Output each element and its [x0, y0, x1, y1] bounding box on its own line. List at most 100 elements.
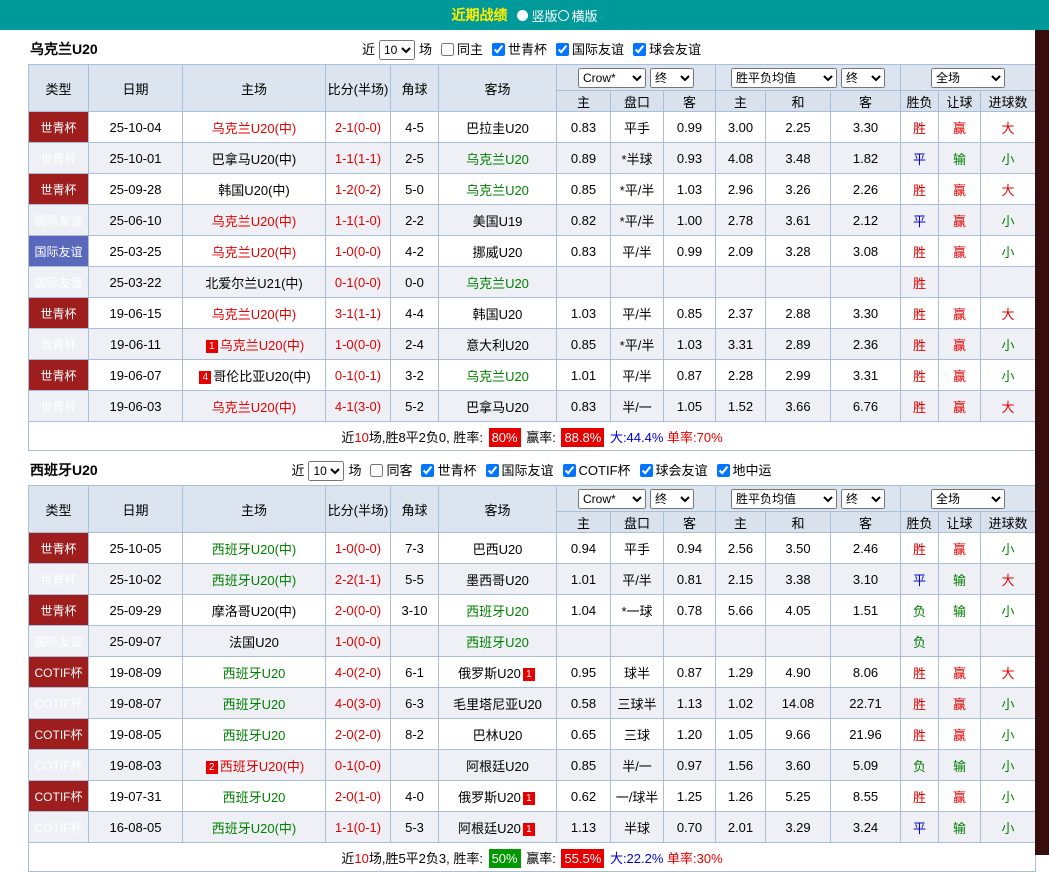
avg-draw-cell: 3.50 [766, 533, 831, 564]
score-cell: 0-1(0-0) [326, 267, 391, 298]
stats-summary: 近10场,胜8平2负0, 胜率: 80% 赢率: 88.8% 大:44.4% 单… [29, 422, 1036, 451]
home-team-name: 乌克兰U20(中) [220, 338, 305, 353]
away-team-name: 俄罗斯U20 [458, 666, 521, 681]
handicap-result-cell: 赢 [939, 719, 981, 750]
score-cell: 1-0(0-0) [326, 533, 391, 564]
goals-result-cell: 小 [981, 750, 1036, 781]
result-cell: 胜 [901, 267, 939, 298]
odds-home-cell: 0.62 [557, 781, 611, 812]
odds-company-select[interactable]: Crow* [578, 68, 646, 88]
score-cell: 2-0(2-0) [326, 719, 391, 750]
scope-select[interactable]: 全场 [931, 68, 1005, 88]
corner-cell: 6-3 [391, 688, 439, 719]
result-cell: 胜 [901, 688, 939, 719]
goals-result-cell [981, 626, 1036, 657]
avg-home-cell: 2.96 [716, 174, 766, 205]
goals-result-cell: 小 [981, 143, 1036, 174]
filter-checkbox[interactable] [486, 464, 499, 477]
avg-type-select[interactable]: 胜平负均值 [731, 68, 837, 88]
filter-checkbox[interactable] [421, 464, 434, 477]
odds-company-select[interactable]: Crow* [578, 489, 646, 509]
home-team-cell: 1乌克兰U20(中) [183, 329, 326, 360]
goals-result-cell: 大 [981, 174, 1036, 205]
corner-cell: 5-5 [391, 564, 439, 595]
odds-handicap-cell: *平/半 [611, 174, 664, 205]
avg-state-select[interactable]: 终 [841, 68, 885, 88]
date-cell: 16-08-05 [89, 812, 183, 843]
odds-away-cell: 1.13 [664, 688, 716, 719]
avg-draw-cell: 14.08 [766, 688, 831, 719]
recent-count-select[interactable]: 10 [308, 461, 344, 481]
goals-result-cell: 小 [981, 236, 1036, 267]
odds-away-cell: 1.25 [664, 781, 716, 812]
sub-column-header: 进球数 [981, 512, 1036, 533]
goals-result-cell: 小 [981, 595, 1036, 626]
avg-state-select[interactable]: 终 [841, 489, 885, 509]
filter-checkbox-label: 同客 [386, 463, 412, 478]
odds-away-cell: 0.94 [664, 533, 716, 564]
home-team-cell: 西班牙U20(中) [183, 533, 326, 564]
view-radio[interactable] [517, 10, 528, 21]
recent-count-select[interactable]: 10 [379, 40, 415, 60]
filter-checkbox[interactable] [556, 43, 569, 56]
sub-column-header: 胜负 [901, 512, 939, 533]
filter-checkbox[interactable] [563, 464, 576, 477]
odds-away-cell: 0.87 [664, 360, 716, 391]
sub-column-header: 客 [831, 512, 901, 533]
league-cell: COTIF杯 [29, 781, 89, 812]
away-team-cell: 意大利U20 [439, 329, 557, 360]
odds-home-cell [557, 267, 611, 298]
summary-text: 大:44.4% [606, 430, 663, 445]
date-cell: 25-10-01 [89, 143, 183, 174]
away-team-cell: 毛里塔尼亚U20 [439, 688, 557, 719]
corner-cell: 2-2 [391, 205, 439, 236]
col-type: 类型 [29, 65, 89, 112]
sub-column-header: 客 [664, 91, 716, 112]
avg-draw-cell: 2.88 [766, 298, 831, 329]
odds-home-cell: 1.03 [557, 298, 611, 329]
away-team-cell: 巴拉圭U20 [439, 112, 557, 143]
result-cell: 胜 [901, 391, 939, 422]
avg-away-cell: 3.30 [831, 112, 901, 143]
corner-cell: 7-3 [391, 533, 439, 564]
scope-select[interactable]: 全场 [931, 489, 1005, 509]
match-row: 世青杯25-10-01巴拿马U20(中)1-1(1-1)2-5乌克兰U200.8… [29, 143, 1036, 174]
handicap-result-cell: 输 [939, 143, 981, 174]
result-cell: 平 [901, 143, 939, 174]
odds-state-select[interactable]: 终 [650, 489, 694, 509]
result-cell: 胜 [901, 781, 939, 812]
corner-cell: 8-2 [391, 719, 439, 750]
score-cell: 2-1(0-0) [326, 112, 391, 143]
match-row: 世青杯25-09-29摩洛哥U20(中)2-0(0-0)3-10西班牙U201.… [29, 595, 1036, 626]
handicap-result-cell [939, 626, 981, 657]
odds-home-cell: 0.83 [557, 391, 611, 422]
home-team-cell: 乌克兰U20(中) [183, 236, 326, 267]
odds-handicap-cell: 三球半 [611, 688, 664, 719]
avg-away-cell: 2.46 [831, 533, 901, 564]
odds-state-select[interactable]: 终 [650, 68, 694, 88]
filter-checkbox[interactable] [633, 43, 646, 56]
team-name-heading: 西班牙U20 [30, 460, 98, 480]
result-cell: 负 [901, 626, 939, 657]
avg-type-select[interactable]: 胜平负均值 [731, 489, 837, 509]
filter-checkbox[interactable] [640, 464, 653, 477]
filter-checkboxes: 同主世青杯国际友谊球会友谊 [432, 42, 701, 57]
avg-home-cell [716, 267, 766, 298]
col-date: 日期 [89, 65, 183, 112]
match-row: 国际友谊25-03-25乌克兰U20(中)1-0(0-0)4-2挪威U200.8… [29, 236, 1036, 267]
home-team-cell: 西班牙U20 [183, 688, 326, 719]
matches-table: 类型 日期 主场 比分(半场) 角球 客场 Crow*终 胜平负均值终 全场 主… [28, 64, 1036, 451]
avg-draw-cell: 3.66 [766, 391, 831, 422]
avg-draw-cell: 4.90 [766, 657, 831, 688]
avg-draw-cell: 4.05 [766, 595, 831, 626]
filter-checkbox[interactable] [441, 43, 454, 56]
filter-checkbox[interactable] [492, 43, 505, 56]
away-team-name: 韩国U20 [473, 307, 523, 322]
score-cell: 2-0(1-0) [326, 781, 391, 812]
filter-checkbox[interactable] [717, 464, 730, 477]
away-team-name: 乌克兰U20 [466, 152, 529, 167]
team-filter-bar: 西班牙U20 近10场同客世青杯国际友谊COTIF杯球会友谊地中运 [28, 459, 1035, 481]
odds-away-cell: 1.05 [664, 391, 716, 422]
filter-checkbox[interactable] [370, 464, 383, 477]
view-radio[interactable] [558, 10, 569, 21]
